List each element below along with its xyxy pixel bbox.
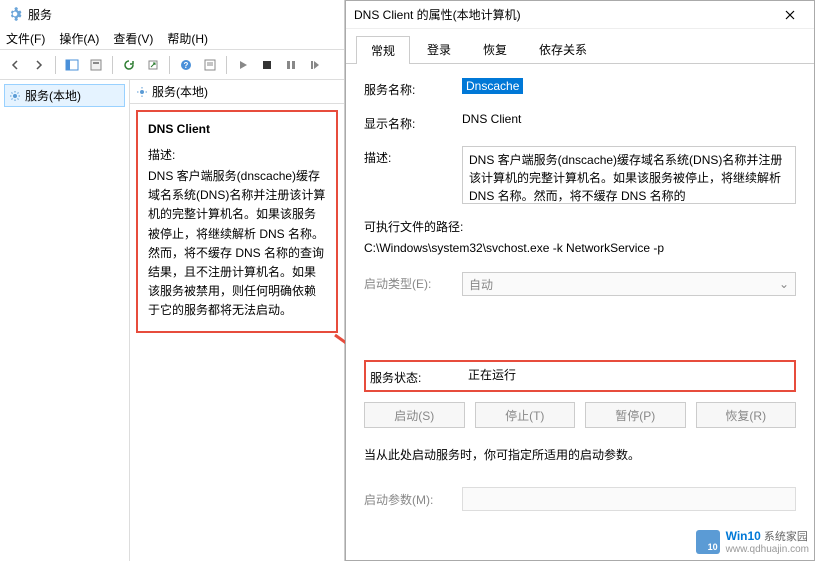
gear-icon xyxy=(136,86,148,98)
stop-button[interactable]: 停止(T) xyxy=(475,402,576,428)
startup-type-select[interactable]: 自动 ⌄ xyxy=(462,272,796,296)
forward-button[interactable] xyxy=(28,54,50,76)
properties-dialog: DNS Client 的属性(本地计算机) 常规 登录 恢复 依存关系 服务名称… xyxy=(345,0,815,561)
toolbar-separator xyxy=(226,56,227,74)
list-pane: 服务(本地) DNS Client 描述: DNS 客户端服务(dnscache… xyxy=(130,80,344,561)
start-params-label: 启动参数(M): xyxy=(364,491,462,508)
display-name-value: DNS Client xyxy=(462,112,796,126)
description-label: 描述: xyxy=(364,146,462,166)
startup-type-value: 自动 xyxy=(469,276,493,293)
start-params-row: 启动参数(M): xyxy=(364,487,796,511)
toolbar-separator xyxy=(55,56,56,74)
menu-view[interactable]: 查看(V) xyxy=(113,30,153,47)
tree-pane: 服务(本地) xyxy=(0,80,130,561)
stop-button[interactable] xyxy=(256,54,278,76)
props-button[interactable] xyxy=(199,54,221,76)
detail-desc-label: 描述: xyxy=(148,146,326,163)
service-status-value: 正在运行 xyxy=(468,366,516,386)
close-button[interactable] xyxy=(774,3,806,27)
svg-text:?: ? xyxy=(184,61,189,70)
service-status-row: 服务状态: 正在运行 xyxy=(364,360,796,392)
resume-button[interactable]: 恢复(R) xyxy=(696,402,797,428)
control-buttons: 启动(S) 停止(T) 暂停(P) 恢复(R) xyxy=(364,402,796,428)
dialog-body: 服务名称: Dnscache 显示名称: DNS Client 描述: DNS … xyxy=(346,64,814,560)
toolbar-separator xyxy=(169,56,170,74)
services-window: 服务 文件(F) 操作(A) 查看(V) 帮助(H) ? 服务(本地) xyxy=(0,0,345,561)
menu-help[interactable]: 帮助(H) xyxy=(167,30,208,47)
export-button[interactable] xyxy=(142,54,164,76)
watermark-logo-icon xyxy=(696,530,720,554)
tab-logon[interactable]: 登录 xyxy=(412,35,466,63)
menu-file[interactable]: 文件(F) xyxy=(6,30,45,47)
service-status-label: 服务状态: xyxy=(370,366,468,386)
gear-icon xyxy=(9,90,21,102)
display-name-label: 显示名称: xyxy=(364,112,462,132)
title-bar: 服务 xyxy=(0,0,344,28)
tab-strip: 常规 登录 恢复 依存关系 xyxy=(346,29,814,64)
dialog-title-bar: DNS Client 的属性(本地计算机) xyxy=(346,1,814,29)
executable-path-value: C:\Windows\system32\svchost.exe -k Netwo… xyxy=(364,239,664,258)
back-button[interactable] xyxy=(4,54,26,76)
tree-item-label: 服务(本地) xyxy=(25,87,81,104)
detail-desc-text: DNS 客户端服务(dnscache)缓存域名系统(DNS)名称并注册该计算机的… xyxy=(148,167,326,321)
menu-action[interactable]: 操作(A) xyxy=(59,30,99,47)
refresh-button[interactable] xyxy=(118,54,140,76)
service-name-value[interactable]: Dnscache xyxy=(462,78,523,94)
properties-button[interactable] xyxy=(85,54,107,76)
chevron-down-icon: ⌄ xyxy=(779,277,789,291)
watermark: Win10 系统家园 www.qdhuajin.com xyxy=(696,528,809,555)
window-title: 服务 xyxy=(28,6,52,23)
tree-item-services-local[interactable]: 服务(本地) xyxy=(4,84,125,107)
menu-bar: 文件(F) 操作(A) 查看(V) 帮助(H) xyxy=(0,28,344,50)
start-params-input[interactable] xyxy=(462,487,796,511)
play-button[interactable] xyxy=(232,54,254,76)
body-row: 服务(本地) 服务(本地) DNS Client 描述: DNS 客户端服务(d… xyxy=(0,80,344,561)
list-header: 服务(本地) xyxy=(130,80,344,104)
detail-service-name: DNS Client xyxy=(148,122,326,136)
pause-button[interactable] xyxy=(280,54,302,76)
service-name-label: 服务名称: xyxy=(364,78,462,98)
help-button[interactable]: ? xyxy=(175,54,197,76)
toolbar-separator xyxy=(112,56,113,74)
description-textbox[interactable]: DNS 客户端服务(dnscache)缓存域名系统(DNS)名称并注册该计算机的… xyxy=(462,146,796,204)
watermark-brand: Win10 系统家园 xyxy=(726,528,809,544)
hint-text: 当从此处启动服务时，你可指定所适用的启动参数。 xyxy=(364,446,796,463)
watermark-url: www.qdhuajin.com xyxy=(726,544,809,555)
tab-recovery[interactable]: 恢复 xyxy=(468,35,522,63)
tab-general[interactable]: 常规 xyxy=(356,36,410,64)
gear-icon xyxy=(8,7,22,21)
toolbar: ? xyxy=(0,50,344,80)
restart-button[interactable] xyxy=(304,54,326,76)
list-header-label: 服务(本地) xyxy=(152,83,208,100)
service-detail-panel: DNS Client 描述: DNS 客户端服务(dnscache)缓存域名系统… xyxy=(136,110,338,333)
start-button[interactable]: 启动(S) xyxy=(364,402,465,428)
startup-type-label: 启动类型(E): xyxy=(364,272,462,292)
tab-dependencies[interactable]: 依存关系 xyxy=(524,35,602,63)
executable-path-label: 可执行文件的路径: xyxy=(364,218,463,235)
dialog-title: DNS Client 的属性(本地计算机) xyxy=(354,6,521,23)
pause-button[interactable]: 暂停(P) xyxy=(585,402,686,428)
show-hide-button[interactable] xyxy=(61,54,83,76)
